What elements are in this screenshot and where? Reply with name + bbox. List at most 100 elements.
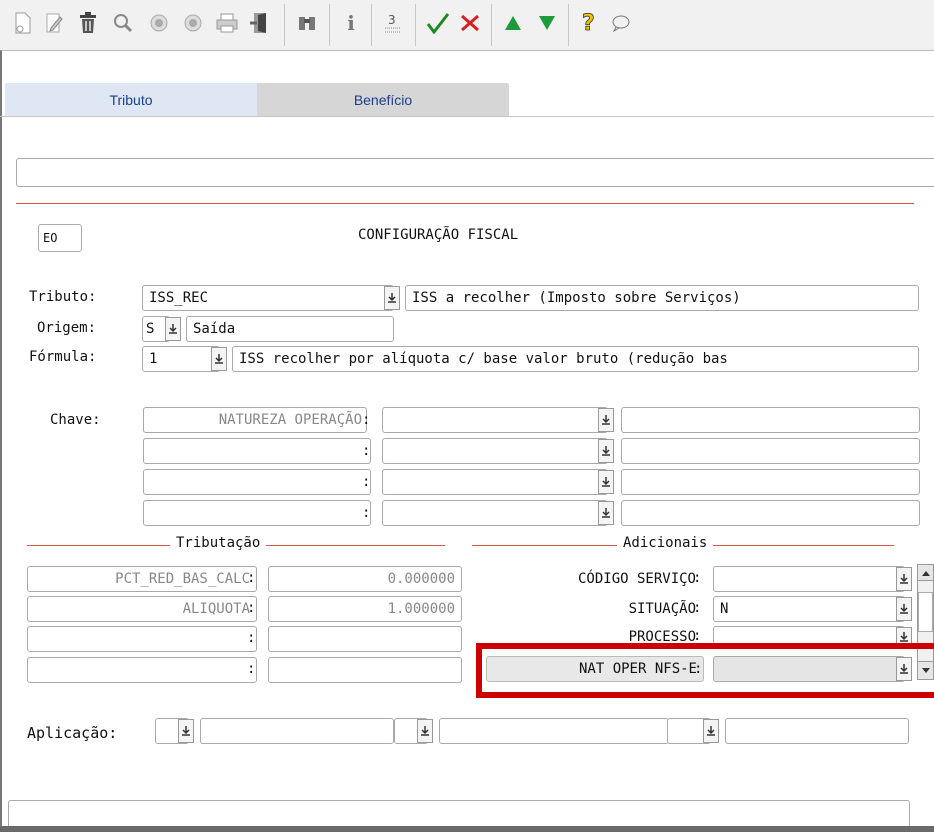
tributacao-value-field-2[interactable]: 1.000000 xyxy=(268,596,462,622)
aplicacao-desc-field-2[interactable] xyxy=(439,718,669,744)
info-icon[interactable]: i xyxy=(336,6,366,40)
formula-code-value: 1 xyxy=(149,351,158,367)
codigo-servico-dropdown-icon[interactable] xyxy=(896,567,912,591)
new-icon[interactable] xyxy=(8,6,38,40)
tributacao-value-field-1[interactable]: 0.000000 xyxy=(268,566,462,592)
chat-icon[interactable] xyxy=(606,6,636,40)
next-icon[interactable] xyxy=(178,6,208,40)
chave-value-field-3[interactable] xyxy=(382,469,608,495)
formula-code-field[interactable]: 1 xyxy=(142,346,220,372)
codigo-servico-field[interactable] xyxy=(713,566,905,592)
code-value: EO xyxy=(43,231,58,245)
processo-field[interactable] xyxy=(713,626,905,648)
cancel-icon[interactable] xyxy=(455,6,485,40)
chave-dropdown-icon-1[interactable] xyxy=(598,408,614,432)
tributacao-value-field-3[interactable] xyxy=(268,626,462,652)
adicionais-name-field-3[interactable]: PROCESSO xyxy=(479,626,703,648)
tributacao-value-1: 0.000000 xyxy=(387,571,455,587)
help-icon[interactable]: ? xyxy=(575,6,605,40)
print-icon[interactable] xyxy=(212,6,242,40)
tab-beneficio[interactable]: Benefício xyxy=(257,83,509,116)
tab-divider xyxy=(0,116,934,117)
tributacao-title: Tributação xyxy=(170,535,267,551)
chave-name-field-2[interactable] xyxy=(143,438,371,464)
chave-dropdown-icon-2[interactable] xyxy=(598,439,614,463)
tributo-dropdown-icon[interactable] xyxy=(384,286,400,310)
adicionais-name-field-1[interactable]: CÓDIGO SERVIÇO xyxy=(479,566,703,592)
window-bottom-border xyxy=(0,826,934,832)
tributacao-name-field-4[interactable] xyxy=(27,657,257,683)
aplicacao-dropdown-icon-2[interactable] xyxy=(417,719,433,743)
chave-name-field-3[interactable] xyxy=(143,469,371,495)
move-down-icon[interactable] xyxy=(532,6,562,40)
adicionais-name-value-4: NAT OPER NFS-E xyxy=(578,661,697,677)
chave-desc-field-3[interactable] xyxy=(621,469,920,495)
header-divider xyxy=(16,203,914,204)
tributacao-value-field-4[interactable] xyxy=(268,657,462,683)
chave-value-field-4[interactable] xyxy=(382,500,608,526)
origem-description-field[interactable]: Saída xyxy=(186,316,394,342)
adicionais-name-value-3: PROCESSO xyxy=(628,629,696,645)
processo-dropdown-icon[interactable] xyxy=(896,627,912,647)
colon: : xyxy=(362,412,371,428)
previous-icon[interactable] xyxy=(144,6,174,40)
chave-value-field-1[interactable] xyxy=(382,407,608,433)
tributacao-name-field-1[interactable]: PCT_RED_BAS_CALC xyxy=(27,566,257,592)
tributo-code-field[interactable]: ISS_REC xyxy=(142,285,394,311)
chave-desc-field-4[interactable] xyxy=(621,500,920,526)
code-box[interactable]: EO xyxy=(38,224,82,252)
adicionais-name-value-1: CÓDIGO SERVIÇO xyxy=(577,571,696,587)
tributo-description-field[interactable]: ISS a recolher (Imposto sobre Serviços) xyxy=(405,285,919,311)
origem-dropdown-icon[interactable] xyxy=(165,317,181,341)
tributacao-name-field-3[interactable] xyxy=(27,626,257,652)
tributacao-name-value-1: PCT_RED_BAS_CALC xyxy=(115,571,250,587)
chave-dropdown-icon-3[interactable] xyxy=(598,470,614,494)
edit-icon[interactable] xyxy=(40,6,70,40)
tab-tributo[interactable]: Tributo xyxy=(5,83,257,116)
formula-label: Fórmula: xyxy=(29,349,97,365)
tributacao-name-field-2[interactable]: ALIQUOTA xyxy=(27,596,257,622)
situacao-field[interactable]: N xyxy=(713,596,905,622)
chave-name-field-1[interactable]: NATUREZA OPERAÇÃO xyxy=(143,407,367,433)
adicionais-name-value-2: SITUAÇÃO xyxy=(628,601,696,617)
aplicacao-desc-field-3[interactable] xyxy=(725,718,909,744)
aplicacao-dropdown-icon-1[interactable] xyxy=(178,719,194,743)
tributo-label: Tributo: xyxy=(29,289,97,305)
situacao-dropdown-icon[interactable] xyxy=(896,597,912,621)
formula-dropdown-icon[interactable] xyxy=(211,347,227,371)
chave-dropdown-icon-4[interactable] xyxy=(598,501,614,525)
chave-name-field-4[interactable] xyxy=(143,500,371,526)
nat-oper-nfse-field[interactable] xyxy=(713,656,905,682)
colon: : xyxy=(247,600,256,616)
confirm-icon[interactable] xyxy=(423,6,453,40)
binoculars-icon[interactable] xyxy=(292,6,322,40)
adicionais-name-field-4[interactable]: NAT OPER NFS-E xyxy=(486,656,704,682)
sum-icon[interactable]: 3 xyxy=(378,6,408,40)
tab-tributo-label: Tributo xyxy=(109,91,153,108)
aplicacao-desc-field-1[interactable] xyxy=(200,718,394,744)
colon: : xyxy=(247,661,256,677)
chave-name-value-1: NATUREZA OPERAÇÃO xyxy=(218,412,362,428)
adicionais-name-field-2[interactable]: SITUAÇÃO xyxy=(479,596,703,622)
colon: : xyxy=(247,570,256,586)
exit-icon[interactable] xyxy=(246,6,276,40)
chave-desc-field-1[interactable] xyxy=(621,407,920,433)
search-icon[interactable] xyxy=(108,6,138,40)
aplicacao-label: Aplicação: xyxy=(27,724,118,742)
formula-description-field[interactable]: ISS recolher por alíquota c/ base valor … xyxy=(232,346,919,372)
colon: : xyxy=(362,474,371,490)
svg-text:3: 3 xyxy=(388,13,396,27)
chave-value-field-2[interactable] xyxy=(382,438,608,464)
tributo-code-value: ISS_REC xyxy=(149,290,209,306)
top-input[interactable] xyxy=(16,158,934,187)
move-up-icon[interactable] xyxy=(498,6,528,40)
scroll-down-icon[interactable] xyxy=(918,661,933,679)
situacao-value: N xyxy=(720,601,729,617)
nat-oper-nfse-dropdown-icon[interactable] xyxy=(896,657,912,681)
scroll-thumb[interactable] xyxy=(918,592,933,632)
scroll-up-icon[interactable] xyxy=(918,565,933,581)
chave-desc-field-2[interactable] xyxy=(621,438,920,464)
origem-label: Origem: xyxy=(37,320,97,336)
delete-icon[interactable] xyxy=(73,6,103,40)
aplicacao-dropdown-icon-3[interactable] xyxy=(703,719,719,743)
